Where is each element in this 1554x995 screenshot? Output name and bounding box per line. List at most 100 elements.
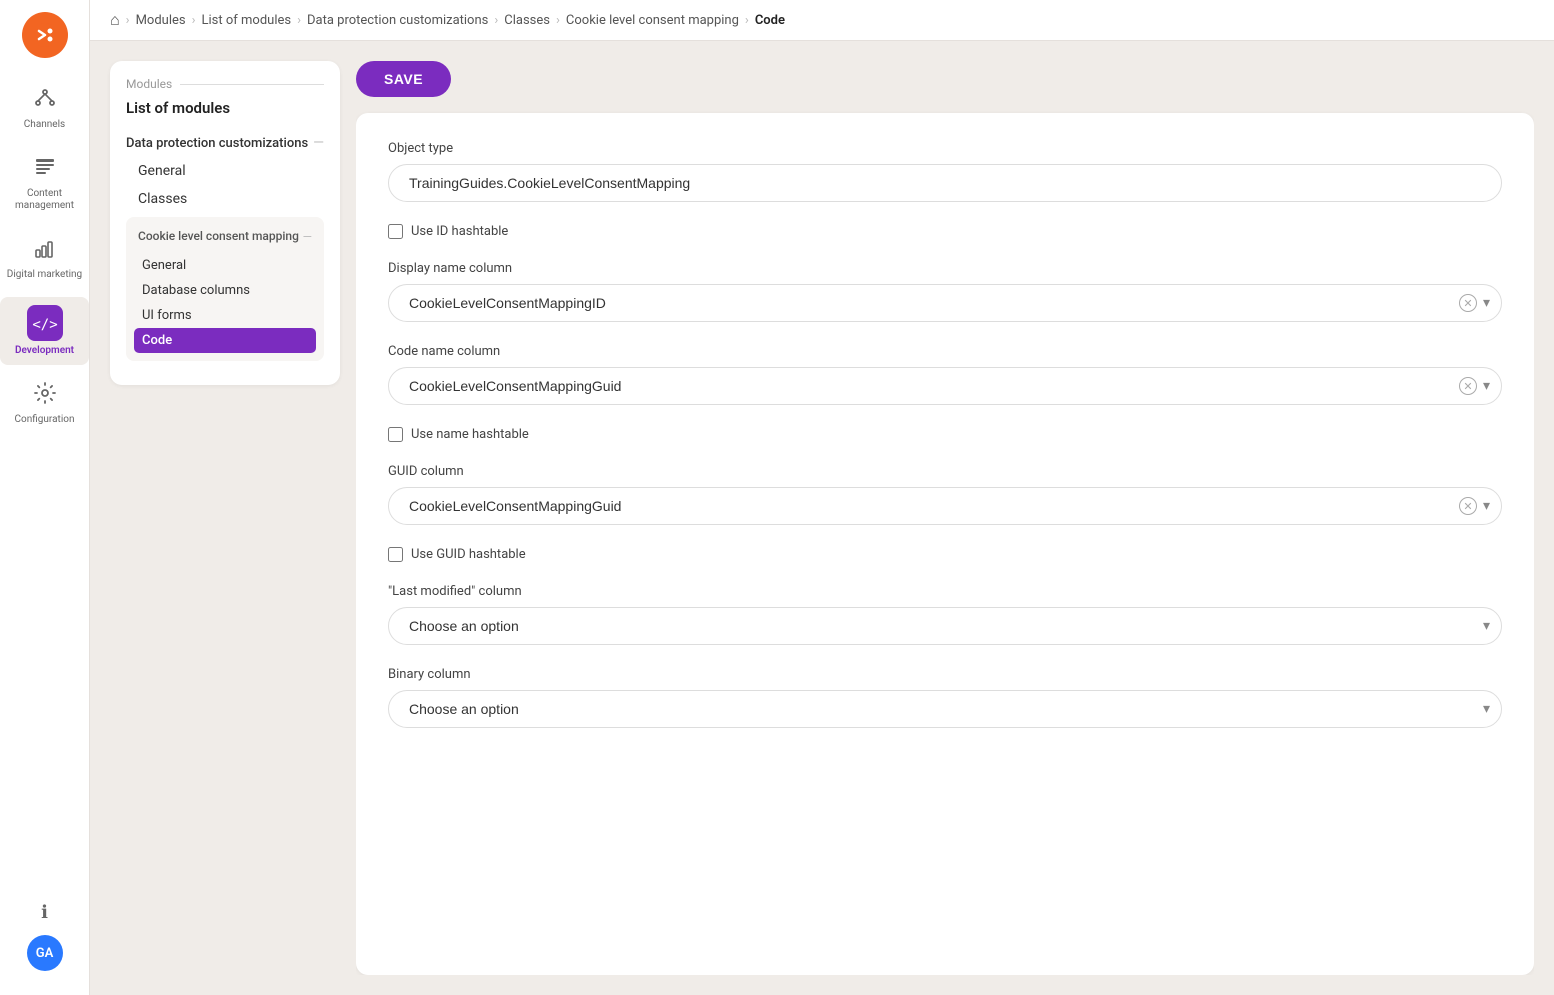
use-name-hashtable-checkbox[interactable] bbox=[388, 427, 403, 442]
right-panel: SAVE Object type Use ID hashtable Displa… bbox=[356, 61, 1534, 975]
use-name-hashtable-row: Use name hashtable bbox=[388, 427, 1502, 442]
sidebar-item-development-label: Development bbox=[15, 345, 74, 357]
nav-sub-item-ui-forms[interactable]: UI forms bbox=[134, 303, 316, 328]
sidebar-item-marketing[interactable]: Digital marketing bbox=[0, 228, 89, 289]
nav-item-classes[interactable]: Classes bbox=[126, 185, 324, 213]
sidebar-item-channels-label: Channels bbox=[24, 119, 65, 131]
sidebar-item-channels[interactable]: Channels bbox=[0, 78, 89, 139]
nav-sub-item-general-label: General bbox=[142, 258, 186, 273]
save-button[interactable]: SAVE bbox=[356, 61, 451, 97]
nav-section-data-protection: Data protection customizations — General… bbox=[126, 129, 324, 361]
avatar-initials: GA bbox=[36, 946, 54, 961]
nav-sub-item-db-columns[interactable]: Database columns bbox=[134, 278, 316, 303]
object-type-label: Object type bbox=[388, 141, 1502, 156]
nav-subsection-cookie-label: Cookie level consent mapping bbox=[138, 229, 299, 245]
breadcrumb-sep-2: › bbox=[297, 13, 301, 28]
avatar[interactable]: GA bbox=[27, 935, 63, 971]
channels-icon bbox=[33, 86, 57, 115]
main-content: ⌂ › Modules › List of modules › Data pro… bbox=[90, 0, 1554, 995]
use-guid-hashtable-checkbox[interactable] bbox=[388, 547, 403, 562]
app-logo[interactable] bbox=[22, 12, 68, 58]
info-icon[interactable]: ℹ bbox=[41, 902, 48, 923]
code-name-select-wrapper: CookieLevelConsentMappingGuid ✕ ▾ bbox=[388, 367, 1502, 405]
content-icon bbox=[33, 155, 57, 184]
use-guid-hashtable-label[interactable]: Use GUID hashtable bbox=[411, 547, 526, 562]
use-id-hashtable-row: Use ID hashtable bbox=[388, 224, 1502, 239]
nav-subsection-cookie-consent: Cookie level consent mapping — General D… bbox=[126, 217, 324, 361]
sidebar-bottom: ℹ GA bbox=[27, 902, 63, 983]
svg-text:</>: </> bbox=[32, 317, 57, 333]
content-layout: Modules List of modules Data protection … bbox=[90, 41, 1554, 995]
code-name-select[interactable]: CookieLevelConsentMappingGuid bbox=[388, 367, 1502, 405]
sidebar-item-content-label: Content management bbox=[6, 188, 83, 212]
sidebar-item-configuration[interactable]: Configuration bbox=[0, 373, 89, 434]
nav-item-classes-label: Classes bbox=[138, 191, 187, 207]
binary-select-wrapper: Choose an option ▾ bbox=[388, 690, 1502, 728]
display-name-select-wrapper: CookieLevelConsentMappingID ✕ ▾ bbox=[388, 284, 1502, 322]
breadcrumb: ⌂ › Modules › List of modules › Data pro… bbox=[90, 0, 1554, 41]
nav-subsection-cookie-header[interactable]: Cookie level consent mapping — bbox=[134, 225, 316, 253]
list-of-modules-title: List of modules bbox=[126, 99, 324, 117]
display-name-label: Display name column bbox=[388, 261, 1502, 276]
left-panel-section-header: Modules bbox=[126, 77, 324, 99]
nav-sub-item-ui-forms-label: UI forms bbox=[142, 308, 192, 323]
nav-section-data-protection-label: Data protection customizations bbox=[126, 136, 308, 151]
guid-select-wrapper: CookieLevelConsentMappingGuid ✕ ▾ bbox=[388, 487, 1502, 525]
nav-section-collapse-icon: — bbox=[313, 135, 324, 151]
sidebar-item-configuration-label: Configuration bbox=[15, 414, 75, 426]
nav-section-data-protection-header[interactable]: Data protection customizations — bbox=[126, 129, 324, 157]
action-bar: SAVE bbox=[356, 61, 1534, 97]
last-modified-select-wrapper: Choose an option ▾ bbox=[388, 607, 1502, 645]
breadcrumb-sep-0: › bbox=[126, 13, 130, 28]
modules-section-label: Modules bbox=[126, 77, 172, 91]
nav-item-general[interactable]: General bbox=[126, 157, 324, 185]
breadcrumb-sep-1: › bbox=[192, 13, 196, 28]
marketing-icon bbox=[33, 236, 57, 265]
breadcrumb-modules[interactable]: Modules bbox=[136, 13, 186, 28]
left-panel: Modules List of modules Data protection … bbox=[110, 61, 340, 975]
sidebar: Channels Content management bbox=[0, 0, 90, 995]
nav-sub-item-code[interactable]: Code bbox=[134, 328, 316, 353]
use-name-hashtable-label[interactable]: Use name hashtable bbox=[411, 427, 529, 442]
header-line bbox=[180, 84, 324, 85]
sidebar-item-development[interactable]: </> Development bbox=[0, 297, 89, 365]
last-modified-label: "Last modified" column bbox=[388, 584, 1502, 599]
breadcrumb-code: Code bbox=[755, 13, 785, 28]
breadcrumb-data-protection[interactable]: Data protection customizations bbox=[307, 13, 488, 28]
code-name-group: Code name column CookieLevelConsentMappi… bbox=[388, 344, 1502, 405]
left-panel-card: Modules List of modules Data protection … bbox=[110, 61, 340, 385]
breadcrumb-list-of-modules[interactable]: List of modules bbox=[202, 13, 292, 28]
object-type-input[interactable] bbox=[388, 164, 1502, 202]
object-type-group: Object type bbox=[388, 141, 1502, 202]
sidebar-item-content[interactable]: Content management bbox=[0, 147, 89, 220]
breadcrumb-sep-5: › bbox=[745, 13, 749, 28]
code-name-label: Code name column bbox=[388, 344, 1502, 359]
breadcrumb-sep-4: › bbox=[556, 13, 560, 28]
guid-label: GUID column bbox=[388, 464, 1502, 479]
last-modified-group: "Last modified" column Choose an option … bbox=[388, 584, 1502, 645]
breadcrumb-classes[interactable]: Classes bbox=[504, 13, 550, 28]
nav-sub-item-db-columns-label: Database columns bbox=[142, 283, 250, 298]
display-name-group: Display name column CookieLevelConsentMa… bbox=[388, 261, 1502, 322]
sidebar-item-marketing-label: Digital marketing bbox=[7, 269, 82, 281]
breadcrumb-cookie-consent[interactable]: Cookie level consent mapping bbox=[566, 13, 739, 28]
guid-group: GUID column CookieLevelConsentMappingGui… bbox=[388, 464, 1502, 525]
display-name-select[interactable]: CookieLevelConsentMappingID bbox=[388, 284, 1502, 322]
nav-item-general-label: General bbox=[138, 163, 186, 179]
binary-group: Binary column Choose an option ▾ bbox=[388, 667, 1502, 728]
use-id-hashtable-label[interactable]: Use ID hashtable bbox=[411, 224, 508, 239]
nav-sub-item-code-label: Code bbox=[142, 333, 172, 348]
binary-select[interactable]: Choose an option bbox=[388, 690, 1502, 728]
nav-sub-item-general[interactable]: General bbox=[134, 253, 316, 278]
configuration-icon bbox=[33, 381, 57, 410]
sidebar-nav: Channels Content management bbox=[0, 78, 89, 902]
use-id-hashtable-checkbox[interactable] bbox=[388, 224, 403, 239]
form-card: Object type Use ID hashtable Display nam… bbox=[356, 113, 1534, 975]
guid-select[interactable]: CookieLevelConsentMappingGuid bbox=[388, 487, 1502, 525]
development-icon: </> bbox=[27, 305, 63, 341]
binary-label: Binary column bbox=[388, 667, 1502, 682]
use-guid-hashtable-row: Use GUID hashtable bbox=[388, 547, 1502, 562]
nav-subsection-collapse-icon: — bbox=[303, 230, 312, 244]
last-modified-select[interactable]: Choose an option bbox=[388, 607, 1502, 645]
breadcrumb-home[interactable]: ⌂ bbox=[110, 10, 120, 30]
